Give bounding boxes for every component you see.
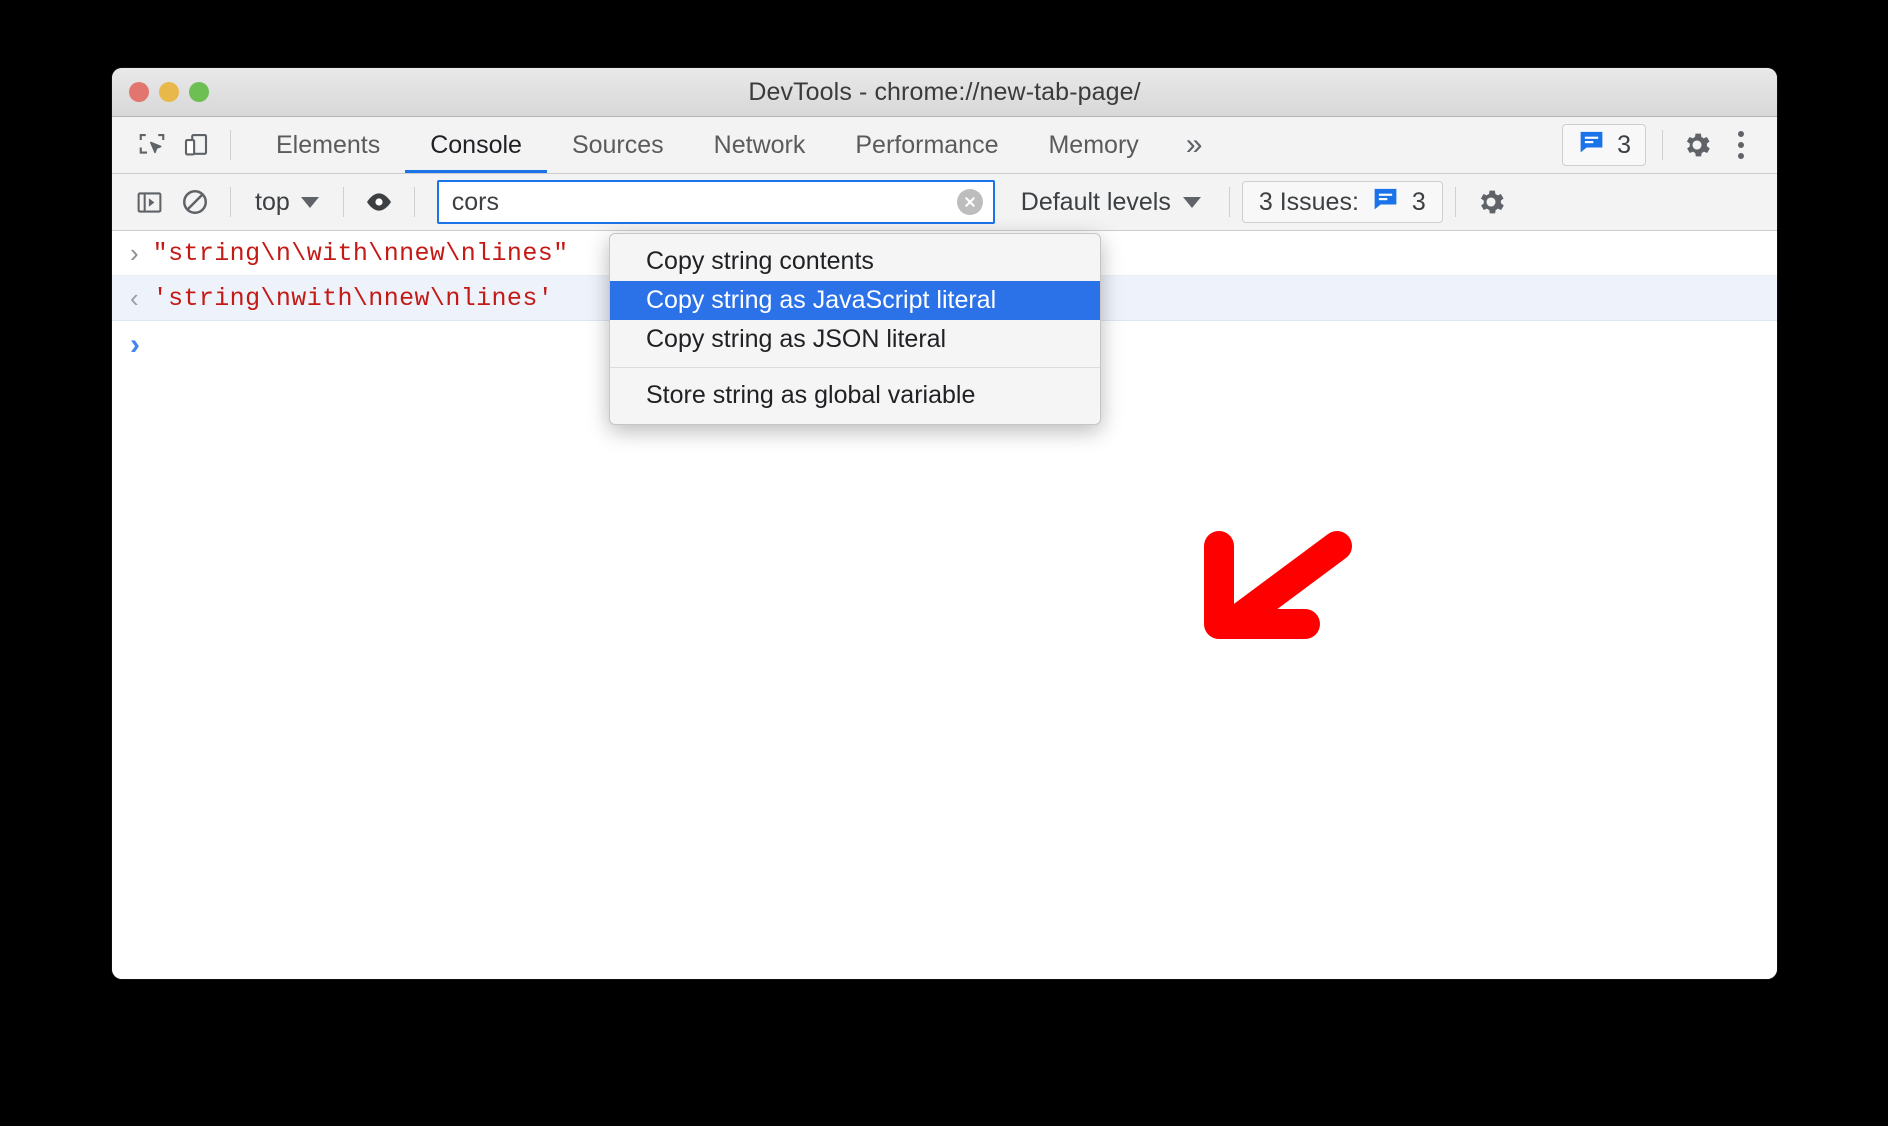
- live-expression-eye-icon[interactable]: [356, 180, 402, 224]
- tab-performance[interactable]: Performance: [830, 117, 1023, 173]
- traffic-lights: [129, 82, 209, 102]
- issues-speech-bubble-icon: [1577, 127, 1606, 163]
- string-context-menu[interactable]: Copy string contents Copy string as Java…: [609, 233, 1101, 425]
- panel-tabs: Elements Console Sources Network Perform…: [251, 117, 1224, 173]
- zoom-button[interactable]: [189, 82, 209, 102]
- log-levels-dropdown[interactable]: Default levels: [1005, 188, 1217, 217]
- tab-elements[interactable]: Elements: [251, 117, 405, 173]
- chevron-down-icon: [300, 196, 319, 208]
- input-marker-icon: ›: [130, 237, 139, 268]
- console-message-text: "string\n\with\nnew\nlines": [152, 238, 569, 268]
- console-message-text: 'string\nwith\nnew\nlines': [152, 283, 554, 313]
- inspect-element-icon[interactable]: [130, 123, 174, 167]
- gear-icon[interactable]: [1675, 123, 1719, 167]
- issues-count: 3: [1617, 130, 1631, 159]
- annotation-arrow-icon: [1177, 524, 1367, 654]
- filterbar-divider-2: [342, 187, 344, 217]
- more-tabs-icon[interactable]: »: [1164, 117, 1225, 173]
- menu-item-store-as-global[interactable]: Store string as global variable: [610, 376, 1100, 415]
- devtools-main-toolbar: Elements Console Sources Network Perform…: [112, 117, 1777, 174]
- kebab-menu-icon[interactable]: [1719, 123, 1763, 167]
- execution-context-label: top: [255, 187, 290, 216]
- clear-console-icon[interactable]: [172, 180, 218, 224]
- prompt-chevron-icon: ›: [130, 328, 140, 361]
- tab-memory[interactable]: Memory: [1023, 117, 1163, 173]
- tab-sources[interactable]: Sources: [547, 117, 689, 173]
- issues-summary-label: 3 Issues:: [1258, 187, 1359, 216]
- clear-input-icon[interactable]: [956, 189, 983, 215]
- toolbar-divider: [230, 130, 231, 160]
- toolbar-divider-2: [1662, 130, 1663, 160]
- filterbar-divider-4: [1228, 187, 1230, 217]
- kebab-dots: [1738, 131, 1744, 159]
- minimize-button[interactable]: [159, 82, 179, 102]
- issues-badge-button[interactable]: 3: [1562, 124, 1646, 166]
- tab-network[interactable]: Network: [689, 117, 831, 173]
- issues-speech-bubble-icon-2: [1371, 184, 1400, 220]
- issues-summary-count: 3: [1411, 187, 1426, 216]
- window-title: DevTools - chrome://new-tab-page/: [748, 77, 1141, 106]
- search-input[interactable]: [438, 182, 993, 222]
- filterbar-divider-1: [230, 187, 231, 217]
- issues-summary-button[interactable]: 3 Issues: 3: [1241, 181, 1443, 223]
- log-levels-label: Default levels: [1020, 187, 1171, 216]
- filterbar-divider-5: [1454, 187, 1456, 217]
- gear-icon-console[interactable]: [1468, 180, 1514, 224]
- menu-item-copy-as-json-literal[interactable]: Copy string as JSON literal: [610, 320, 1100, 359]
- console-filter-toolbar: top Default levels: [112, 174, 1777, 231]
- execution-context-selector[interactable]: top: [243, 188, 331, 217]
- menu-separator: [610, 367, 1100, 368]
- output-marker-icon: ‹: [130, 282, 139, 313]
- close-button[interactable]: [129, 82, 149, 102]
- chevron-down-icon-levels: [1182, 196, 1201, 208]
- console-filter-field[interactable]: [436, 180, 995, 224]
- menu-item-copy-string-contents[interactable]: Copy string contents: [610, 242, 1100, 281]
- window-titlebar: DevTools - chrome://new-tab-page/: [112, 68, 1777, 117]
- console-sidebar-icon[interactable]: [126, 180, 172, 224]
- screenshot-root: DevTools - chrome://new-tab-page/ Elemen…: [0, 0, 1888, 1126]
- tab-console[interactable]: Console: [405, 117, 547, 173]
- console-message-list[interactable]: › "string\n\with\nnew\nlines" ‹ 'string\…: [112, 231, 1777, 979]
- menu-item-copy-as-js-literal[interactable]: Copy string as JavaScript literal: [610, 281, 1100, 320]
- filterbar-divider-3: [413, 187, 415, 217]
- devtools-window: DevTools - chrome://new-tab-page/ Elemen…: [112, 68, 1777, 979]
- device-toolbar-icon[interactable]: [174, 123, 218, 167]
